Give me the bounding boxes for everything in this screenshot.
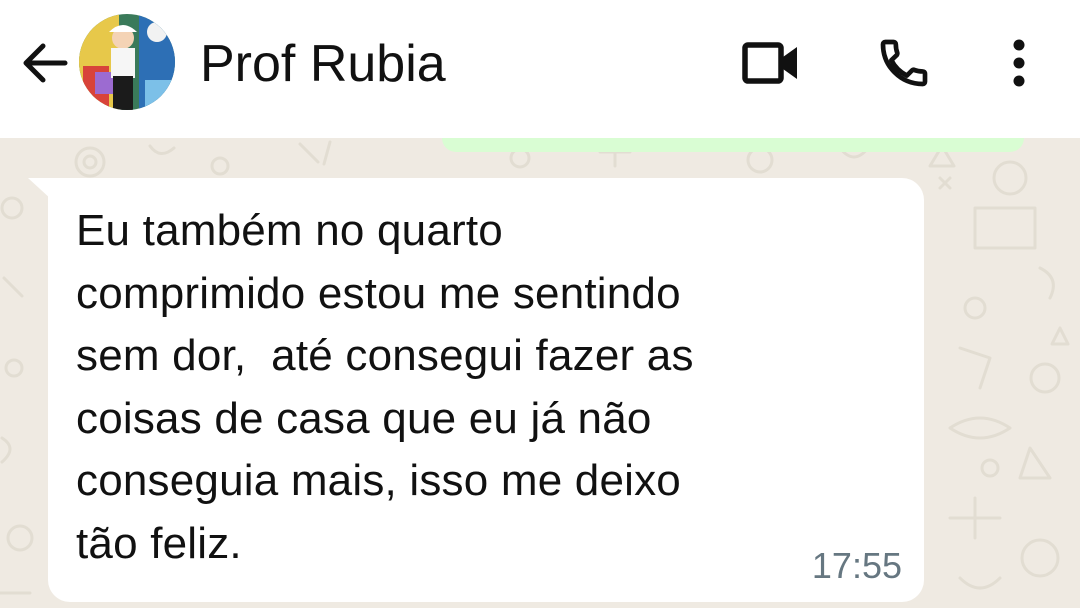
previous-outgoing-bubble-edge	[442, 138, 1024, 152]
avatar[interactable]	[79, 14, 175, 110]
chat-header: Prof Rubia	[0, 0, 1080, 138]
more-vertical-icon	[1013, 39, 1025, 87]
message-timestamp: 17:55	[811, 545, 902, 586]
back-button[interactable]	[18, 38, 72, 88]
incoming-message-bubble[interactable]: Eu também no quarto comprimido estou me …	[48, 178, 924, 602]
message-text: Eu também no quarto comprimido estou me …	[76, 206, 694, 568]
chat-area[interactable]: Eu também no quarto comprimido estou me …	[0, 138, 1080, 608]
contact-name[interactable]: Prof Rubia	[200, 34, 446, 94]
phone-icon	[880, 39, 928, 87]
video-call-button[interactable]	[736, 32, 806, 94]
more-options-button[interactable]	[996, 32, 1042, 94]
video-camera-icon	[742, 42, 797, 84]
voice-call-button[interactable]	[868, 30, 940, 96]
avatar-photo	[79, 14, 175, 110]
arrow-left-icon	[23, 43, 68, 83]
